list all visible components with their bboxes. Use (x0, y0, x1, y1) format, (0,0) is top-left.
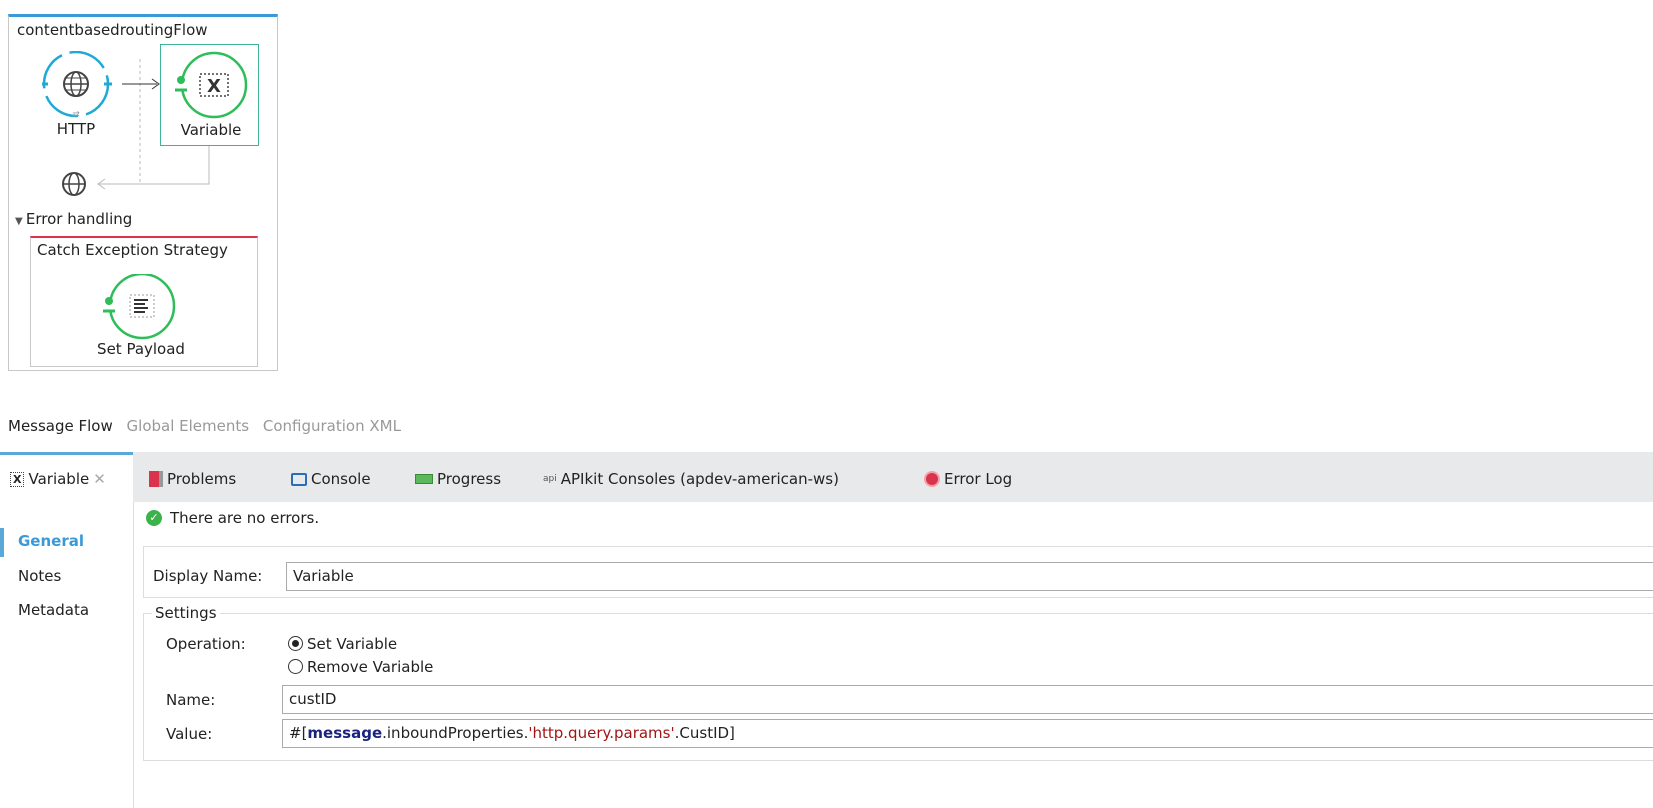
display-name-label: Display Name: (153, 567, 263, 585)
nav-metadata[interactable]: Metadata (18, 601, 89, 619)
radio-set-variable[interactable]: Set Variable (288, 635, 397, 653)
tab-console[interactable]: Console (291, 470, 371, 488)
flow-container[interactable]: contentbasedroutingFlow ⇄ HTTP X Variabl… (8, 14, 278, 371)
value-expr-string: 'http.query.params' (528, 724, 675, 742)
http-node[interactable]: ⇄ (42, 50, 112, 125)
status-text: There are no errors. (170, 509, 320, 527)
tab-variable-label: Variable (28, 470, 90, 488)
tab-progress[interactable]: Progress (415, 470, 501, 488)
variable-label: Variable (180, 121, 242, 139)
svg-text:⇄: ⇄ (72, 110, 80, 120)
tab-progress-label: Progress (437, 470, 502, 488)
http-label: HTTP (56, 120, 96, 138)
close-icon[interactable]: ✕ (93, 470, 106, 488)
value-input[interactable]: #[message.inboundProperties.'http.query.… (282, 719, 1653, 748)
tab-apikit-label: APIkit Consoles (apdev-american-ws) (560, 470, 839, 488)
radio-selected-icon (288, 636, 303, 651)
tab-configuration-xml[interactable]: Configuration XML (263, 417, 401, 435)
set-payload-label: Set Payload (97, 340, 185, 358)
nav-general[interactable]: General (18, 532, 84, 550)
nav-notes[interactable]: Notes (18, 567, 61, 585)
set-payload-icon[interactable] (101, 274, 181, 344)
check-circle-icon: ✓ (146, 510, 162, 526)
value-expr-tail: .CustID] (674, 724, 735, 742)
radio-unselected-icon (288, 659, 303, 674)
variable-node[interactable]: X Variable (160, 44, 259, 146)
panel-tab-bar: X Variable ✕ Problems Console Progress a… (0, 452, 1653, 502)
globe-response-icon (62, 172, 86, 196)
remove-variable-label: Remove Variable (307, 658, 434, 676)
value-expr-keyword: message (307, 724, 383, 742)
properties-nav: General Notes Metadata (0, 502, 134, 808)
api-icon: api (543, 474, 557, 484)
settings-group: Settings Operation: Set Variable Remove … (143, 604, 1653, 761)
error-handling-toggle[interactable]: ▼ Error handling (15, 210, 132, 228)
tab-error-log-label: Error Log (944, 470, 1013, 488)
status-message: ✓ There are no errors. (146, 509, 319, 527)
catch-title: Catch Exception Strategy (37, 241, 228, 259)
variable-icon: X (175, 51, 248, 119)
set-variable-label: Set Variable (307, 635, 398, 653)
settings-legend: Settings (152, 604, 220, 622)
tab-message-flow[interactable]: Message Flow (8, 417, 113, 435)
value-label: Value: (166, 725, 213, 743)
tab-global-elements[interactable]: Global Elements (127, 417, 250, 435)
console-icon (291, 472, 307, 486)
http-globe-icon: ⇄ (42, 50, 112, 120)
svg-text:X: X (207, 76, 221, 97)
editor-tabs: Message Flow Global Elements Configurati… (8, 417, 410, 435)
error-log-icon (924, 471, 940, 487)
name-input[interactable]: custID (282, 685, 1653, 714)
catch-exception-strategy[interactable]: Catch Exception Strategy Set Payload (30, 236, 258, 367)
tab-problems[interactable]: Problems (149, 470, 236, 488)
value-expr-property: .inboundProperties. (382, 724, 529, 742)
tab-apikit-consoles[interactable]: api APIkit Consoles (apdev-american-ws) (543, 470, 839, 488)
tab-error-log[interactable]: Error Log (924, 470, 1012, 488)
tab-problems-label: Problems (167, 470, 237, 488)
value-expr-open: #[ (289, 724, 308, 742)
display-name-group: Display Name: Variable (143, 546, 1653, 598)
tab-variable[interactable]: X Variable ✕ (0, 452, 133, 502)
radio-remove-variable[interactable]: Remove Variable (288, 658, 433, 676)
progress-icon (415, 474, 433, 484)
triangle-down-icon: ▼ (15, 216, 26, 227)
operation-label: Operation: (166, 635, 246, 653)
error-handling-label: Error handling (25, 210, 133, 228)
display-name-input[interactable]: Variable (286, 562, 1653, 591)
problems-icon (149, 471, 163, 487)
variable-icon: X (10, 471, 25, 487)
active-indicator (0, 528, 4, 557)
name-label: Name: (166, 691, 216, 709)
tab-console-label: Console (311, 470, 371, 488)
